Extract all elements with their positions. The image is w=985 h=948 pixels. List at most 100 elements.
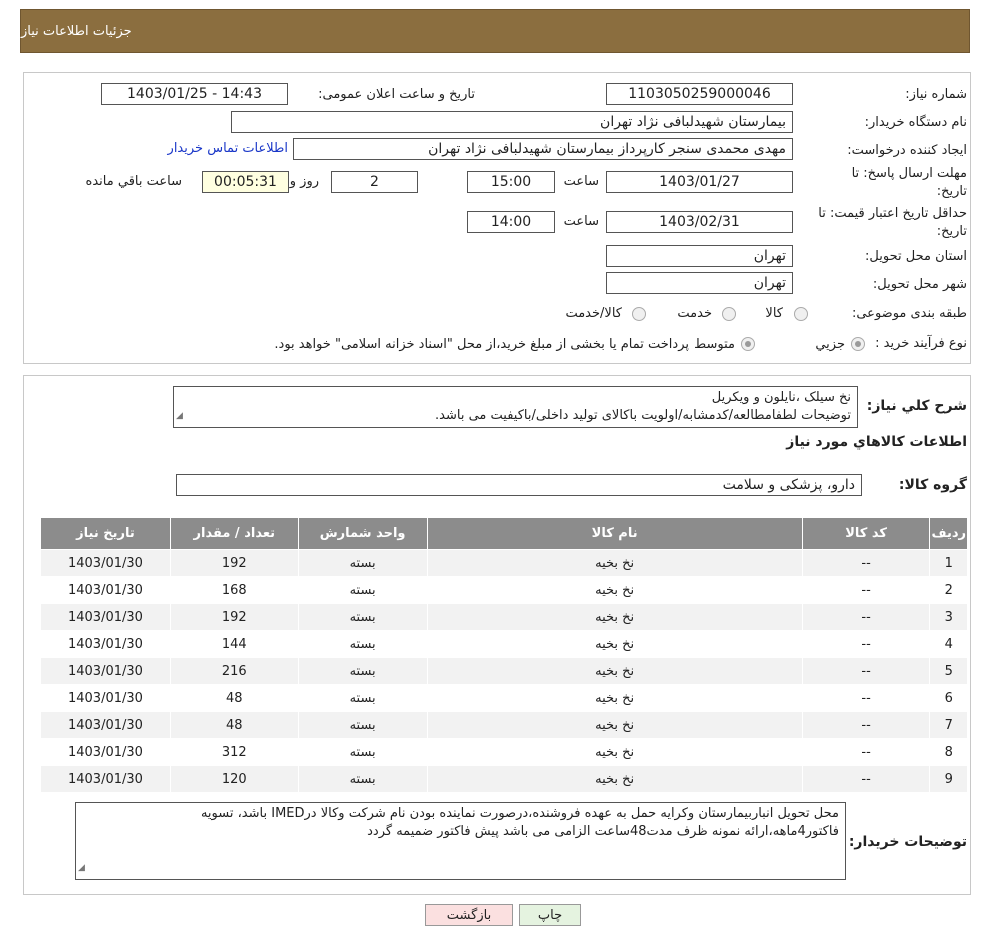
cell-need-date: 1403/01/30 (40, 765, 171, 793)
buyer-notes-line-1: محل تحویل انباربیمارستان وکرایه حمل به ع… (200, 806, 839, 821)
col-name: نام کالا (426, 517, 803, 550)
process-option-minor: جزیي (815, 337, 845, 352)
category-radio-goods[interactable] (794, 307, 808, 321)
buyer-notes-label: توضیحات خریدار: (848, 834, 967, 850)
items-table: رديف کد کالا نام کالا واحد شمارش تعداد /… (40, 517, 968, 793)
category-label: طبقه بندی موضوعی: (851, 306, 967, 321)
remaining-time-field: 00:05:31 (202, 171, 289, 193)
table-row: 5 -- نخ بخیه بسته 216 1403/01/30 (40, 657, 968, 685)
cell-need-date: 1403/01/30 (40, 603, 171, 631)
cell-unit: بسته (297, 603, 428, 631)
process-note: پرداخت تمام یا بخشی از مبلغ خرید،از محل … (274, 337, 689, 352)
deadline-label: مهلت ارسال پاسخ: تا (851, 166, 967, 181)
summary-textarea: نخ سیلک ،نایلون و ویکریل توضیحات لطفامطا… (173, 386, 858, 428)
cell-quantity: 312 (169, 738, 299, 766)
cell-row: 7 (929, 711, 968, 739)
buyer-notes-line-2: فاکتور4ماهه،ارائه نمونه ظرف مدت48ساعت ال… (367, 824, 839, 839)
category-radio-service[interactable] (722, 307, 736, 321)
table-row: 3 -- نخ بخیه بسته 192 1403/01/30 (40, 603, 968, 631)
table-row: 7 -- نخ بخیه بسته 48 1403/01/30 (40, 711, 968, 739)
days-remaining-field: 2 (331, 171, 418, 193)
cell-need-date: 1403/01/30 (40, 630, 171, 658)
cell-code: -- (801, 549, 931, 577)
cell-name: نخ بخیه (426, 630, 803, 658)
cell-code: -- (801, 657, 931, 685)
announce-datetime-field: 1403/01/25 - 14:43 (101, 83, 288, 105)
cell-row: 9 (929, 765, 968, 793)
remaining-word-label: ساعت باقي مانده (85, 174, 182, 189)
cell-row: 1 (929, 549, 968, 577)
cell-quantity: 144 (169, 630, 299, 658)
cell-name: نخ بخیه (426, 657, 803, 685)
category-radio-goods-service[interactable] (632, 307, 646, 321)
creator-field: مهدی محمدی سنجر کارپرداز بیمارستان شهیدل… (293, 138, 793, 160)
cell-code: -- (801, 684, 931, 712)
cell-code: -- (801, 765, 931, 793)
cell-code: -- (801, 711, 931, 739)
back-button[interactable]: بازگشت (425, 904, 513, 926)
cell-unit: بسته (297, 549, 428, 577)
col-row: رديف (929, 517, 968, 550)
category-option-goods-service: کالا/خدمت (565, 306, 622, 321)
goods-group-label: گروه کالا: (898, 477, 967, 493)
cell-unit: بسته (297, 765, 428, 793)
table-row: 1 -- نخ بخیه بسته 192 1403/01/30 (40, 549, 968, 577)
cell-name: نخ بخیه (426, 765, 803, 793)
cell-quantity: 216 (169, 657, 299, 685)
goods-group-field: دارو، پزشکی و سلامت (176, 474, 862, 496)
cell-name: نخ بخیه (426, 576, 803, 604)
resize-grip-icon[interactable]: ◢ (176, 407, 183, 425)
summary-label: شرح کلي نياز: (866, 398, 967, 414)
cell-quantity: 192 (169, 603, 299, 631)
cell-quantity: 192 (169, 549, 299, 577)
price-validity-date-field: 1403/02/31 (606, 211, 793, 233)
category-option-goods: کالا (765, 306, 783, 321)
cell-need-date: 1403/01/30 (40, 684, 171, 712)
creator-label: ایجاد کننده درخواست: (847, 143, 967, 158)
days-word-label: روز و (289, 174, 319, 189)
cell-row: 3 (929, 603, 968, 631)
cell-need-date: 1403/01/30 (40, 657, 171, 685)
cell-row: 8 (929, 738, 968, 766)
cell-name: نخ بخیه (426, 711, 803, 739)
col-need-date: تاریخ نیاز (40, 517, 171, 550)
cell-need-date: 1403/01/30 (40, 576, 171, 604)
buyer-org-field: بیمارستان شهیدلبافی نژاد تهران (231, 111, 793, 133)
cell-row: 5 (929, 657, 968, 685)
price-validity-time-field: 14:00 (467, 211, 555, 233)
cell-unit: بسته (297, 630, 428, 658)
cell-name: نخ بخیه (426, 549, 803, 577)
cell-quantity: 168 (169, 576, 299, 604)
print-button[interactable]: چاپ (519, 904, 581, 926)
cell-unit: بسته (297, 738, 428, 766)
province-field: تهران (606, 245, 793, 267)
process-radio-medium[interactable] (741, 337, 755, 351)
cell-name: نخ بخیه (426, 684, 803, 712)
page-title: جزئیات اطلاعات نیاز (21, 23, 132, 39)
cell-unit: بسته (297, 711, 428, 739)
category-option-service: خدمت (677, 306, 712, 321)
cell-code: -- (801, 576, 931, 604)
buyer-contact-link[interactable]: اطلاعات تماس خریدار (168, 141, 288, 156)
col-code: کد کالا (801, 517, 931, 550)
cell-quantity: 120 (169, 765, 299, 793)
cell-code: -- (801, 630, 931, 658)
items-table-header: رديف کد کالا نام کالا واحد شمارش تعداد /… (40, 517, 968, 550)
process-radio-minor[interactable] (851, 337, 865, 351)
cell-quantity: 48 (169, 711, 299, 739)
buyer-org-label: نام دستگاه خریدار: (864, 115, 967, 130)
cell-quantity: 48 (169, 684, 299, 712)
need-number-label: شماره نیاز: (905, 87, 967, 102)
summary-line-2: توضیحات لطفامطالعه/کدمشابه/اولویت باکالا… (435, 408, 851, 423)
cell-need-date: 1403/01/30 (40, 738, 171, 766)
cell-unit: بسته (297, 657, 428, 685)
need-number-field: 1103050259000046 (606, 83, 793, 105)
announce-label: تاریخ و ساعت اعلان عمومی: (318, 87, 475, 102)
table-row: 6 -- نخ بخیه بسته 48 1403/01/30 (40, 684, 968, 712)
summary-line-1: نخ سیلک ،نایلون و ویکریل (711, 390, 851, 405)
resize-grip-icon[interactable]: ◢ (78, 859, 85, 877)
cell-name: نخ بخیه (426, 738, 803, 766)
col-quantity: تعداد / مقدار (169, 517, 299, 550)
province-label: استان محل تحویل: (865, 249, 967, 264)
table-row: 8 -- نخ بخیه بسته 312 1403/01/30 (40, 738, 968, 766)
